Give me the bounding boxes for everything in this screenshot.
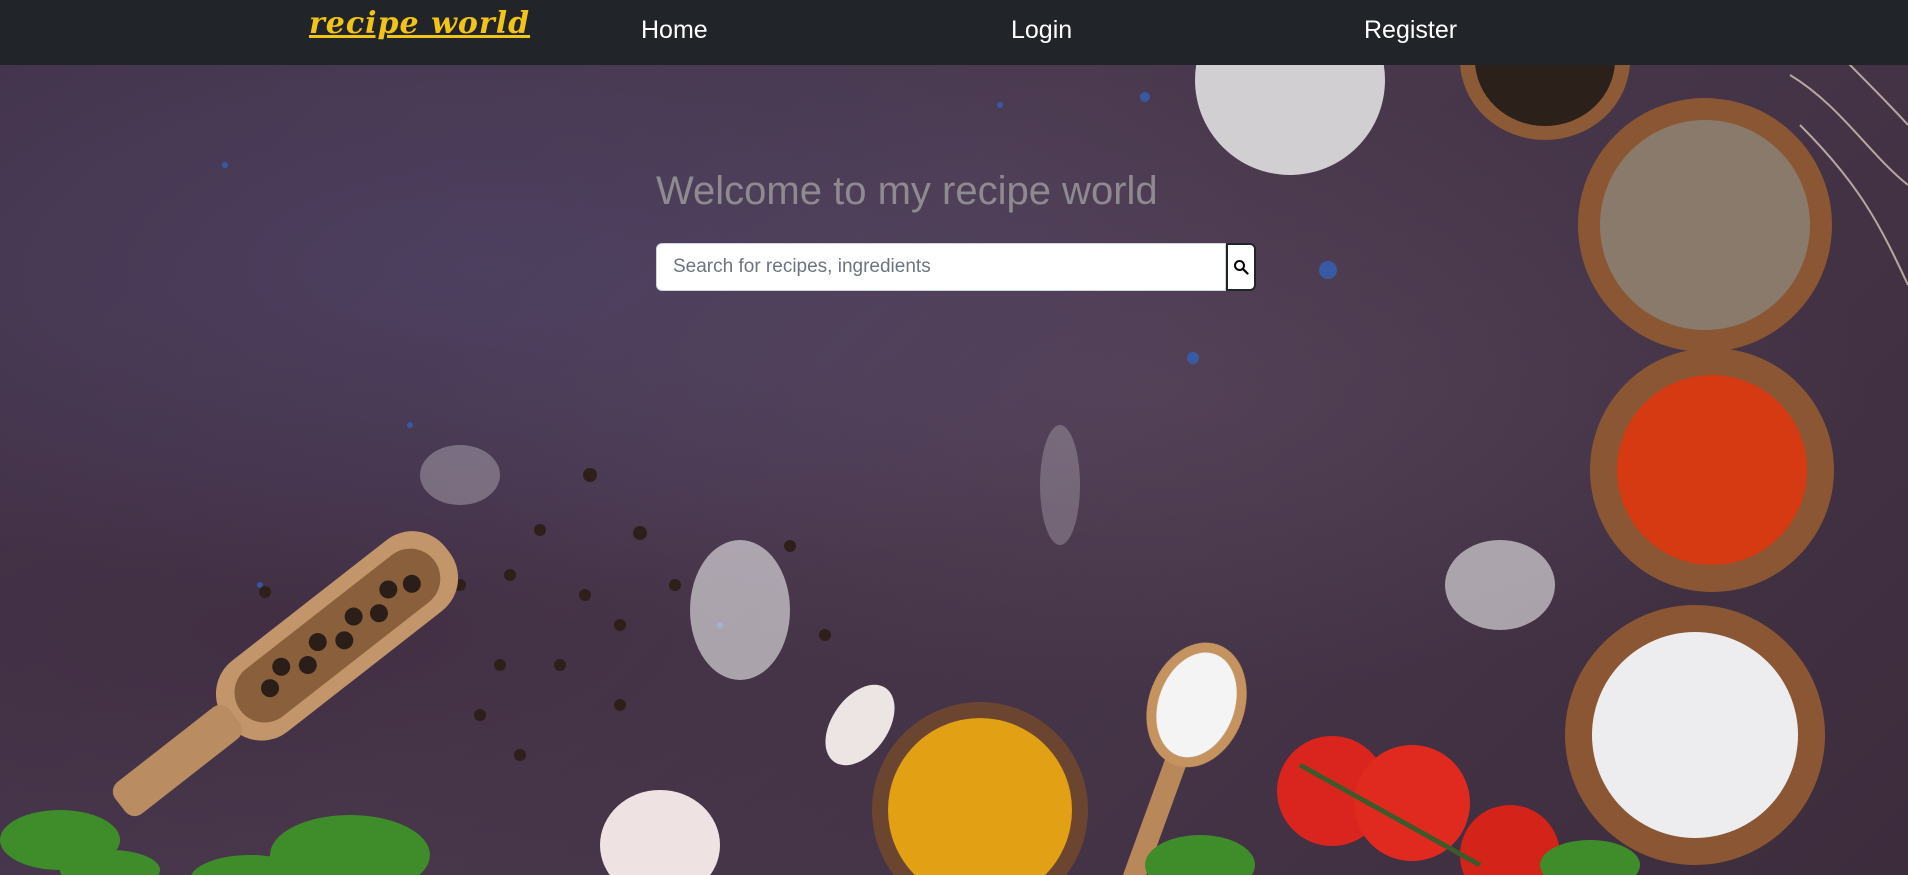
search-icon	[1234, 260, 1249, 275]
search-input[interactable]	[656, 243, 1226, 291]
hero-section: Welcome to my recipe world	[0, 65, 1908, 875]
nav-link-register[interactable]: Register	[1364, 16, 1457, 45]
search-button[interactable]	[1226, 243, 1256, 291]
welcome-title: Welcome to my recipe world	[656, 169, 1158, 213]
nav-link-home[interactable]: Home	[641, 16, 708, 45]
top-navbar: recipe world Home Login Register	[0, 0, 1908, 65]
nav-link-login[interactable]: Login	[1011, 16, 1072, 45]
brand-logo[interactable]: recipe world	[309, 6, 530, 41]
